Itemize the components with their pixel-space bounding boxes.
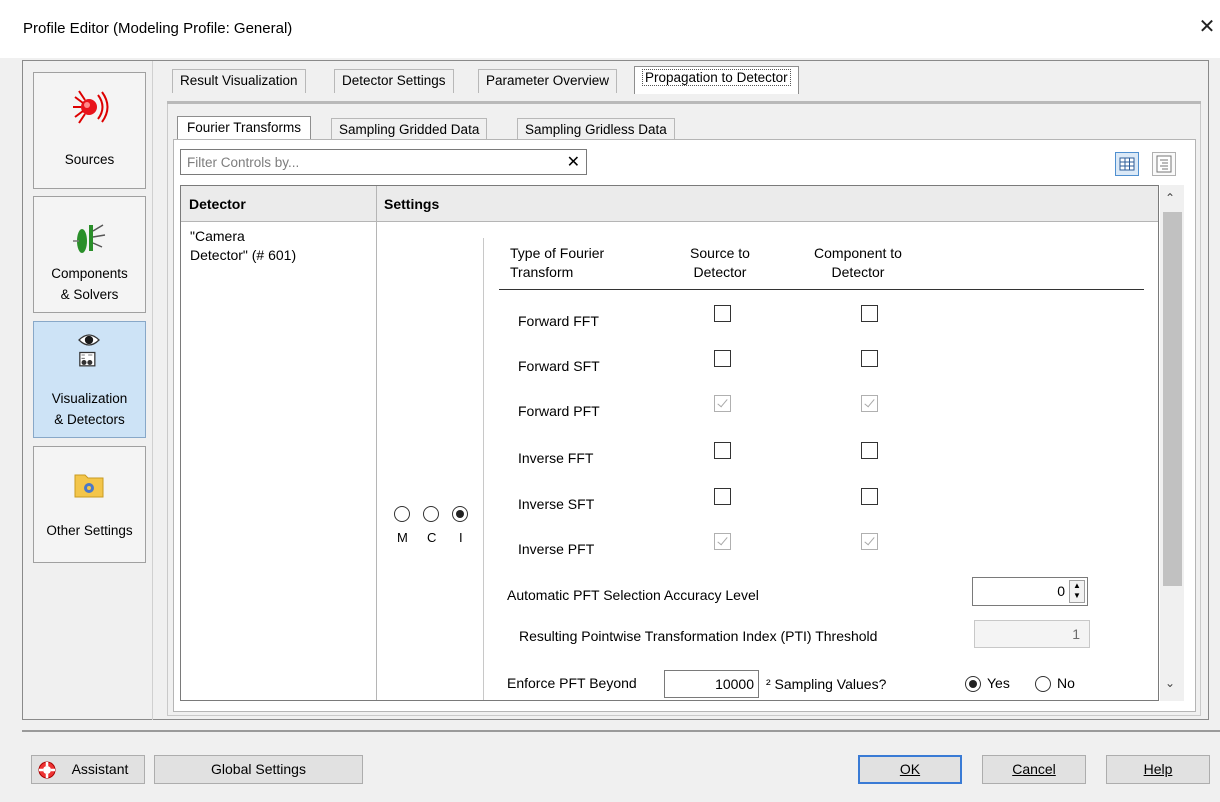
- ft-header-rule: [499, 289, 1144, 290]
- checkbox-forward-pft-source: [714, 395, 731, 412]
- enforce-yes-label: Yes: [987, 675, 1010, 691]
- settings-folder-icon: [74, 474, 104, 498]
- checkbox-forward-pft-component: [861, 395, 878, 412]
- cancel-button[interactable]: Cancel: [982, 755, 1086, 784]
- checkbox-forward-fft-source[interactable]: [714, 305, 731, 322]
- ok-label: OK: [899, 761, 921, 777]
- pti-value: 1: [1072, 626, 1080, 642]
- checkbox-forward-sft-source[interactable]: [714, 350, 731, 367]
- subtab-label: Fourier Transforms: [187, 120, 302, 135]
- subtab-label: Sampling Gridless Data: [525, 122, 667, 137]
- column-header-settings: Settings: [384, 196, 440, 212]
- enforce-value-field[interactable]: 10000: [664, 670, 759, 698]
- nav-label-components-solvers: Components & Solvers: [51, 266, 128, 302]
- checkbox-inverse-fft-component[interactable]: [861, 442, 878, 459]
- clear-filter-icon[interactable]: ✕: [567, 152, 580, 172]
- checkbox-forward-sft-component[interactable]: [861, 350, 878, 367]
- mode-radio-i[interactable]: [452, 506, 468, 522]
- tab-propagation-to-detector[interactable]: Propagation to Detector: [634, 66, 799, 94]
- filter-box: ✕: [180, 149, 587, 175]
- detector-name: "Camera Detector" (# 601): [190, 228, 297, 263]
- checkbox-forward-fft-component[interactable]: [861, 305, 878, 322]
- optical-components-icon: [73, 224, 106, 253]
- accuracy-spinner[interactable]: 0 ▲ ▼: [972, 577, 1088, 606]
- light-source-icon: [73, 90, 109, 124]
- settings-divider: [483, 238, 484, 700]
- window-title: Profile Editor (Modeling Profile: Genera…: [23, 20, 293, 37]
- tab-label: Propagation to Detector: [642, 69, 791, 86]
- tab-detector-settings[interactable]: Detector Settings: [334, 69, 454, 93]
- checkbox-inverse-pft-source: [714, 533, 731, 550]
- ft-col-type: Type of Fourier Transform: [510, 245, 605, 280]
- help-label: Help: [1143, 761, 1173, 777]
- ft-row-label: Inverse PFT: [518, 541, 595, 557]
- grid-header: Detector Settings: [181, 186, 1158, 222]
- tab-label: Result Visualization: [180, 73, 298, 88]
- column-header-detector: Detector: [189, 196, 246, 212]
- nav-item-sources[interactable]: Sources: [33, 72, 146, 189]
- cancel-label: Cancel: [1012, 761, 1056, 777]
- pti-threshold-field: 1: [974, 620, 1090, 648]
- checkbox-inverse-pft-component: [861, 533, 878, 550]
- nav-item-visualization-detectors[interactable]: Visualization & Detectors: [33, 321, 146, 438]
- nav-item-other-settings[interactable]: Other Settings: [33, 446, 146, 563]
- mode-radio-c[interactable]: [423, 506, 439, 522]
- tab-label: Parameter Overview: [486, 73, 610, 88]
- enforce-no-label: No: [1057, 675, 1075, 691]
- nav-label-visualization-detectors: Visualization & Detectors: [51, 391, 128, 427]
- mode-radio-m[interactable]: [394, 506, 410, 522]
- tab-label: Detector Settings: [342, 73, 446, 88]
- tab-parameter-overview[interactable]: Parameter Overview: [478, 69, 618, 93]
- nav-label-sources: Sources: [64, 152, 115, 167]
- list-icon: [1156, 155, 1172, 173]
- tab-result-visualization[interactable]: Result Visualization: [172, 69, 306, 93]
- ft-row-label: Forward FFT: [518, 313, 599, 329]
- ft-col-component: Component to Detector: [814, 245, 902, 280]
- ft-col-source: Source to Detector: [690, 245, 750, 280]
- spin-arrows-icon[interactable]: ▲ ▼: [1069, 580, 1085, 603]
- ft-row-label: Forward PFT: [518, 403, 600, 419]
- accuracy-value: 0: [1057, 583, 1065, 599]
- mode-label-c: C: [427, 530, 437, 545]
- grid-icon: [1119, 157, 1135, 171]
- enforce-suffix: ² Sampling Values?: [766, 676, 887, 692]
- enforce-no-radio[interactable]: [1035, 676, 1051, 692]
- column-divider: [376, 186, 377, 700]
- ft-row-label: Inverse SFT: [518, 496, 595, 512]
- help-button[interactable]: Help: [1106, 755, 1210, 784]
- subtab-label: Sampling Gridded Data: [339, 122, 480, 137]
- lifebuoy-icon: [38, 761, 56, 779]
- nav-item-components-solvers[interactable]: Components & Solvers: [33, 196, 146, 313]
- mode-label-m: M: [397, 530, 408, 545]
- global-settings-button[interactable]: Global Settings: [154, 755, 363, 784]
- enforce-label: Enforce PFT Beyond: [507, 675, 637, 691]
- settings-grid: Detector Settings "Camera Detector" (# 6…: [180, 185, 1159, 701]
- filter-input[interactable]: [181, 150, 561, 174]
- bottom-divider: [22, 730, 1220, 732]
- assistant-button[interactable]: Assistant: [31, 755, 145, 784]
- mode-label-i: I: [459, 530, 463, 545]
- checkbox-inverse-sft-component[interactable]: [861, 488, 878, 505]
- ft-row-label: Forward SFT: [518, 358, 600, 374]
- enforce-yes-radio[interactable]: [965, 676, 981, 692]
- ft-row-label: Inverse FFT: [518, 450, 594, 466]
- assistant-label: Assistant: [71, 761, 129, 777]
- scroll-down-icon[interactable]: ⌄: [1165, 676, 1175, 690]
- pti-label: Resulting Pointwise Transformation Index…: [519, 628, 878, 644]
- global-settings-label: Global Settings: [211, 761, 306, 777]
- scroll-up-icon[interactable]: ⌃: [1165, 191, 1175, 205]
- enforce-value: 10000: [715, 676, 754, 692]
- grid-view-button[interactable]: [1115, 152, 1139, 176]
- checkbox-inverse-fft-source[interactable]: [714, 442, 731, 459]
- ok-button[interactable]: OK: [858, 755, 962, 784]
- accuracy-label: Automatic PFT Selection Accuracy Level: [507, 587, 759, 603]
- checkbox-inverse-sft-source[interactable]: [714, 488, 731, 505]
- close-icon[interactable]: ✕: [1196, 16, 1218, 38]
- left-nav: Sources Components & Solvers Visualizati…: [23, 61, 153, 720]
- list-view-button[interactable]: [1152, 152, 1176, 176]
- eye-detector-icon: [78, 334, 100, 367]
- scrollbar-thumb[interactable]: [1163, 212, 1182, 586]
- nav-label-other-settings: Other Settings: [46, 523, 133, 538]
